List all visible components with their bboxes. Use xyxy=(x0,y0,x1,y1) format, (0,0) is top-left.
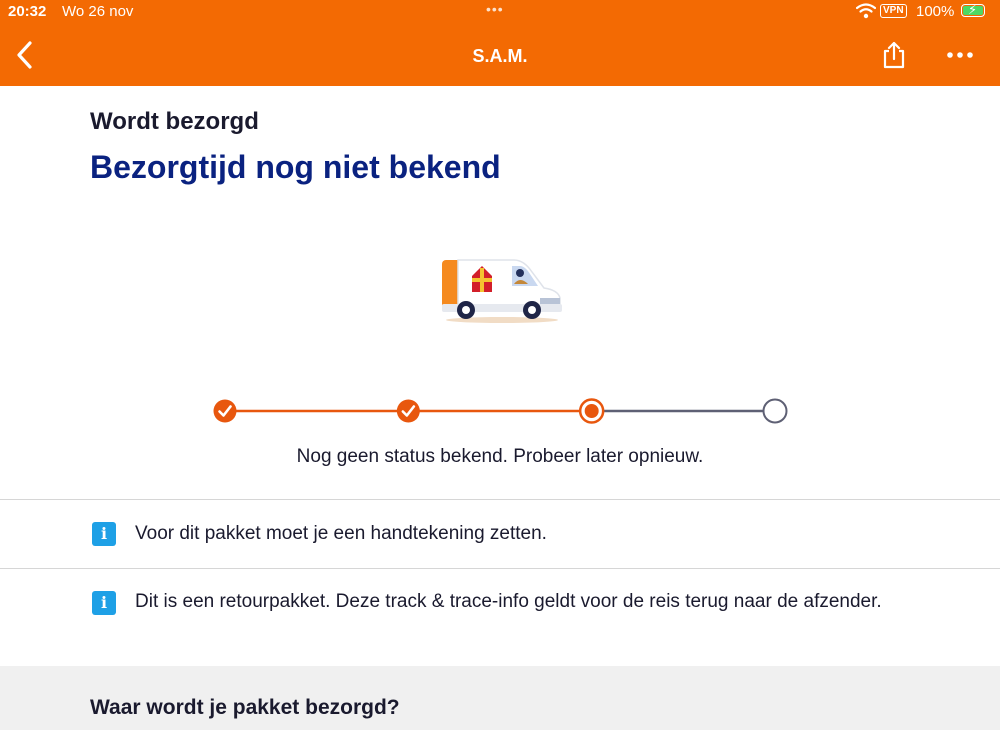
info-icon: i xyxy=(92,522,116,546)
delivery-address-section: Waar wordt je pakket bezorgd? xyxy=(0,666,1000,730)
app-header: 20:32 Wo 26 nov ••• VPN 100% ⚡ S.A.M. xyxy=(0,0,1000,86)
section-title: Waar wordt je pakket bezorgd? xyxy=(90,696,400,719)
share-icon[interactable] xyxy=(880,40,908,70)
more-horizontal-icon[interactable] xyxy=(944,42,976,68)
status-date: Wo 26 nov xyxy=(62,3,134,20)
battery-percentage: 100% xyxy=(916,3,955,20)
info-text: Voor dit pakket moet je een handtekening… xyxy=(135,523,547,544)
info-text: Dit is een retourpakket. Deze track & tr… xyxy=(135,591,882,612)
progress-step-pending xyxy=(762,398,788,424)
progress-step-completed xyxy=(396,399,420,423)
status-bar: 20:32 Wo 26 nov ••• VPN 100% ⚡ xyxy=(0,0,1000,24)
delivery-van-icon xyxy=(442,259,562,323)
info-row-signature: i Voor dit pakket moet je een handtekeni… xyxy=(0,500,1000,568)
page-title: S.A.M. xyxy=(472,46,528,66)
delivery-status-message: Nog geen status bekend. Probeer later op… xyxy=(296,446,704,467)
progress-step-current xyxy=(578,398,605,424)
info-row-return-package: i Dit is een retourpakket. Deze track & … xyxy=(0,569,1000,666)
delivery-status-label: Wordt bezorgd xyxy=(90,108,259,135)
current-dot xyxy=(584,404,599,418)
battery-icon: ⚡ xyxy=(961,2,985,17)
delivery-progress-tracker xyxy=(213,398,788,424)
vpn-badge: VPN xyxy=(880,4,907,18)
info-icon: i xyxy=(92,591,116,615)
wifi-icon xyxy=(856,3,876,19)
delivery-time-label: Bezorgtijd nog niet bekend xyxy=(90,149,501,185)
multitask-dots-icon[interactable]: ••• xyxy=(486,1,504,17)
status-time: 20:32 xyxy=(8,3,47,20)
progress-step-completed xyxy=(213,399,237,423)
